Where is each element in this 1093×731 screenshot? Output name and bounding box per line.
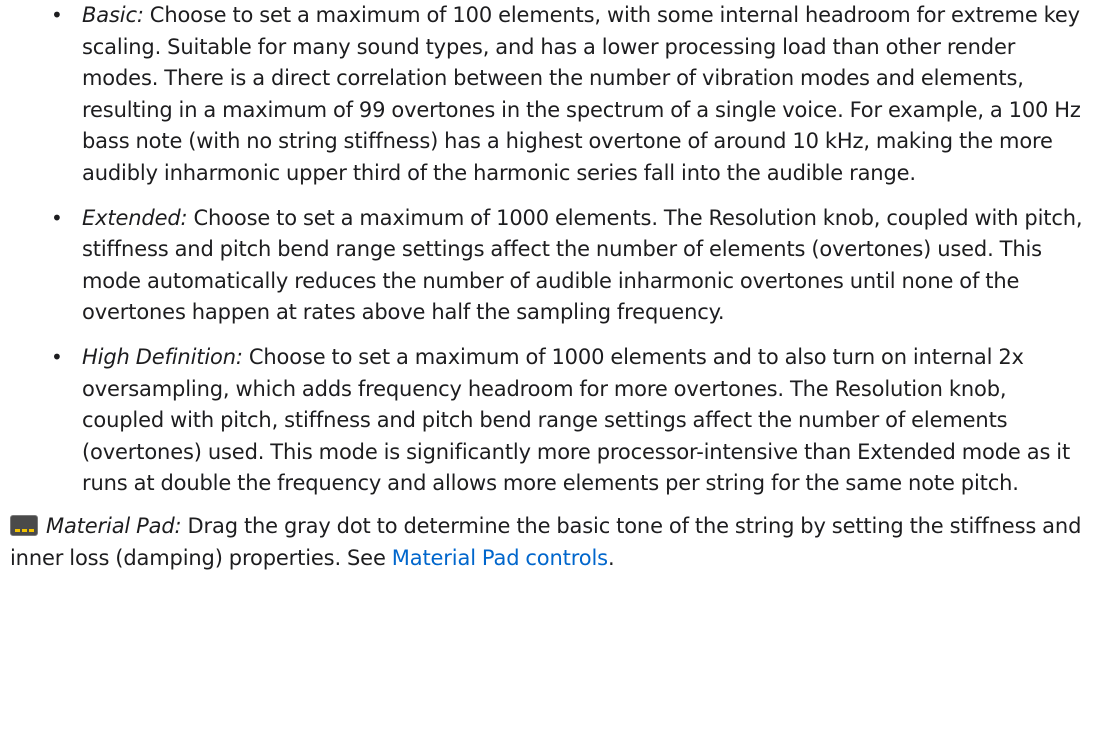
render-mode-list: • Basic: Choose to set a maximum of 100 … bbox=[46, 0, 1093, 500]
documentation-page: • Basic: Choose to set a maximum of 100 … bbox=[0, 0, 1093, 574]
list-item-high-definition: • High Definition: Choose to set a maxim… bbox=[51, 342, 1093, 500]
description-extended: Choose to set a maximum of 1000 elements… bbox=[82, 205, 1083, 325]
bullet: • bbox=[51, 344, 63, 369]
controls-list: • Basic: Choose to set a maximum of 100 … bbox=[0, 0, 1093, 574]
list-item-extended: • Extended: Choose to set a maximum of 1… bbox=[51, 203, 1093, 329]
material-pad-icon bbox=[10, 514, 38, 536]
bullet: • bbox=[51, 205, 63, 230]
list-item-basic: • Basic: Choose to set a maximum of 100 … bbox=[51, 0, 1093, 190]
render-mode-list-container: • Basic: Choose to set a maximum of 100 … bbox=[46, 0, 1093, 500]
term-extended: Extended: bbox=[82, 205, 188, 230]
term-basic: Basic: bbox=[82, 3, 144, 27]
term-material-pad: Material Pad: bbox=[46, 513, 182, 538]
list-item-material-pad: • Material Pad: Drag the gray dot to det… bbox=[10, 511, 1093, 574]
bullet: • bbox=[51, 3, 63, 27]
description-basic: Choose to set a maximum of 100 elements,… bbox=[82, 3, 1081, 185]
material-pad-controls-link[interactable]: Material Pad controls bbox=[392, 546, 608, 570]
term-high-definition: High Definition: bbox=[82, 344, 243, 369]
trailing-period: . bbox=[607, 545, 615, 570]
